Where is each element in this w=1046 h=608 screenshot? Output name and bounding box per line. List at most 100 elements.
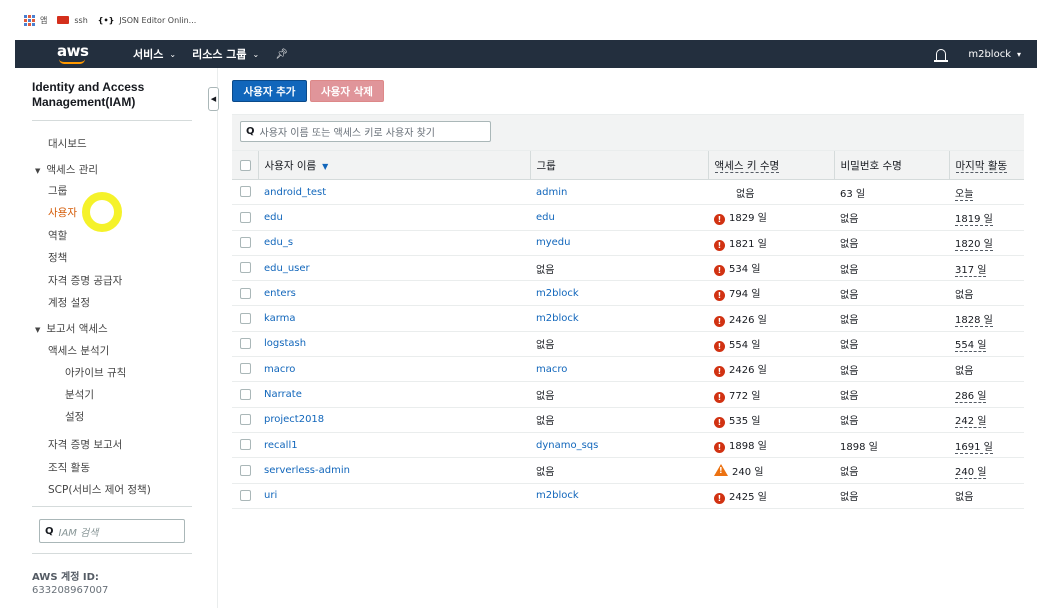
- table-row[interactable]: recall1 dynamo_sqs! 1898 일 1898 일 1691 일: [232, 432, 1024, 458]
- user-group-cell[interactable]: m2block: [530, 281, 708, 306]
- sidebar-item-dashboard[interactable]: 대시보드: [48, 136, 87, 151]
- column-header-username[interactable]: 사용자 이름 ▼: [257, 150, 530, 180]
- user-group-cell[interactable]: myedu: [530, 230, 708, 255]
- user-name-link[interactable]: enters: [258, 281, 530, 306]
- column-header-last-activity[interactable]: 마지막 활동: [948, 150, 1024, 180]
- user-group-cell[interactable]: macro: [530, 357, 708, 382]
- row-select-cell[interactable]: [232, 407, 258, 432]
- row-checkbox[interactable]: [240, 363, 251, 375]
- delete-user-button[interactable]: 사용자 삭제: [310, 80, 384, 102]
- user-name-link[interactable]: serverless-admin: [258, 458, 530, 483]
- collapse-sidebar-button[interactable]: ◀: [208, 87, 219, 111]
- iam-search-input[interactable]: Q IAM 검색: [39, 519, 185, 543]
- sidebar-item-archive-rules[interactable]: 아카이브 규칙: [65, 365, 126, 380]
- sidebar-item-analyzer-settings[interactable]: 설정: [65, 409, 84, 424]
- row-checkbox[interactable]: [240, 338, 251, 350]
- table-row[interactable]: android_test admin 없음 63 일 오늘: [232, 180, 1024, 205]
- user-name-link[interactable]: edu_s: [258, 230, 530, 255]
- user-name-link[interactable]: Narrate: [258, 382, 530, 407]
- row-select-cell[interactable]: [232, 205, 258, 230]
- row-select-cell[interactable]: [232, 331, 258, 356]
- sidebar-item-access-analyzer[interactable]: 액세스 분석기: [48, 343, 109, 358]
- row-checkbox[interactable]: [240, 439, 251, 451]
- resource-groups-menu[interactable]: 리소스 그룹 ⌄: [192, 46, 259, 62]
- row-select-cell[interactable]: [232, 230, 258, 255]
- bell-icon[interactable]: [934, 48, 949, 62]
- row-checkbox[interactable]: [240, 186, 251, 198]
- table-row[interactable]: enters m2block! 794 일 없음 없음: [232, 281, 1024, 306]
- user-name-link[interactable]: android_test: [258, 180, 530, 205]
- bookmark-ssh[interactable]: ssh: [57, 16, 88, 25]
- sidebar-item-groups[interactable]: 그룹: [48, 183, 67, 198]
- user-name-link[interactable]: edu: [258, 205, 530, 230]
- last-activity-cell: 1819 일: [949, 205, 1024, 230]
- select-all-checkbox[interactable]: [240, 159, 251, 171]
- account-menu[interactable]: m2block ▾: [968, 49, 1021, 60]
- access-key-age-cell: ! 794 일: [708, 281, 834, 306]
- row-select-cell[interactable]: [232, 180, 258, 205]
- user-name-link[interactable]: logstash: [258, 331, 530, 356]
- column-header-access-key-age[interactable]: 액세스 키 수명: [707, 150, 834, 180]
- row-checkbox[interactable]: [240, 211, 251, 223]
- add-user-button[interactable]: 사용자 추가: [232, 80, 307, 102]
- bookmark-apps[interactable]: 앱: [24, 14, 47, 26]
- column-header-password-age[interactable]: 비밀번호 수명: [833, 150, 949, 180]
- table-row[interactable]: edu edu! 1829 일 없음 1819 일: [232, 205, 1024, 231]
- user-name-link[interactable]: edu_user: [258, 255, 530, 280]
- sidebar-section-access-reports[interactable]: ▼ 보고서 액세스: [35, 321, 108, 336]
- user-name-link[interactable]: recall1: [258, 432, 530, 457]
- sidebar-item-account-settings[interactable]: 계정 설정: [48, 295, 90, 310]
- sidebar-item-roles[interactable]: 역할: [48, 228, 67, 243]
- row-checkbox[interactable]: [240, 489, 251, 501]
- table-row[interactable]: karma m2block! 2426 일 없음 1828 일: [232, 306, 1024, 332]
- sidebar-item-analyzers[interactable]: 분석기: [65, 387, 94, 402]
- row-checkbox[interactable]: [240, 414, 251, 426]
- user-group-cell[interactable]: dynamo_sqs: [530, 432, 708, 457]
- row-select-cell[interactable]: [232, 281, 258, 306]
- sidebar-item-organization-activity[interactable]: 조직 활동: [48, 460, 90, 475]
- user-name-link[interactable]: karma: [258, 306, 530, 331]
- row-select-cell[interactable]: [232, 306, 258, 331]
- row-checkbox[interactable]: [240, 464, 251, 476]
- table-row[interactable]: edu_s myedu! 1821 일 없음 1820 일: [232, 230, 1024, 256]
- row-select-cell[interactable]: [232, 458, 258, 483]
- table-row[interactable]: uri m2block! 2425 일 없음 없음: [232, 483, 1024, 509]
- table-row[interactable]: edu_user 없음! 534 일 없음 317 일: [232, 255, 1024, 281]
- row-checkbox[interactable]: [240, 388, 251, 400]
- user-group-cell[interactable]: m2block: [530, 483, 708, 508]
- access-key-age-value: 1898 일: [729, 441, 767, 453]
- select-all-header[interactable]: [232, 150, 258, 180]
- row-select-cell[interactable]: [232, 255, 258, 280]
- user-group-cell[interactable]: m2block: [530, 306, 708, 331]
- bookmark-json-editor[interactable]: {•} JSON Editor Onlin...: [98, 16, 197, 25]
- row-select-cell[interactable]: [232, 483, 258, 508]
- user-group-cell[interactable]: admin: [530, 180, 708, 205]
- sidebar-item-scp[interactable]: SCP(서비스 제어 정책): [48, 482, 151, 497]
- row-checkbox[interactable]: [240, 287, 251, 299]
- table-row[interactable]: logstash 없음! 554 일 없음 554 일: [232, 331, 1024, 357]
- sidebar-section-access-management[interactable]: ▼ 액세스 관리: [35, 162, 98, 177]
- sidebar-item-credential-report[interactable]: 자격 증명 보고서: [48, 437, 122, 452]
- pin-icon[interactable]: 📌︎: [275, 49, 288, 60]
- table-row[interactable]: macro macro! 2426 일 없음 없음: [232, 357, 1024, 382]
- row-select-cell[interactable]: [232, 382, 258, 407]
- user-name-link[interactable]: uri: [258, 483, 530, 508]
- table-row[interactable]: serverless-admin 없음 240 일 없음 240 일: [232, 458, 1024, 484]
- sidebar-item-identity-providers[interactable]: 자격 증명 공급자: [48, 273, 122, 288]
- table-row[interactable]: project2018 없음! 535 일 없음 242 일: [232, 407, 1024, 433]
- row-checkbox[interactable]: [240, 236, 251, 248]
- table-row[interactable]: Narrate 없음! 772 일 없음 286 일: [232, 382, 1024, 408]
- sidebar-item-users[interactable]: 사용자: [48, 205, 77, 220]
- user-name-link[interactable]: project2018: [258, 407, 530, 432]
- row-checkbox[interactable]: [240, 312, 251, 324]
- column-header-groups[interactable]: 그룹: [529, 150, 708, 180]
- row-checkbox[interactable]: [240, 262, 251, 274]
- user-group-cell[interactable]: edu: [530, 205, 708, 230]
- aws-logo[interactable]: aws: [57, 40, 117, 68]
- user-search-input[interactable]: Q 사용자 이름 또는 액세스 키로 사용자 찾기: [240, 121, 491, 142]
- sidebar-item-policies[interactable]: 정책: [48, 250, 67, 265]
- row-select-cell[interactable]: [232, 432, 258, 457]
- row-select-cell[interactable]: [232, 357, 258, 382]
- services-menu[interactable]: 서비스 ⌄: [133, 46, 176, 62]
- user-name-link[interactable]: macro: [258, 357, 530, 382]
